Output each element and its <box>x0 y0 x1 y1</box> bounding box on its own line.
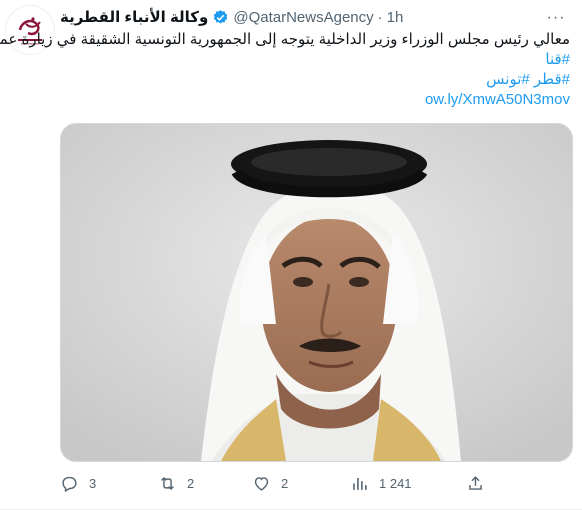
short-link[interactable]: ow.ly/XmwA50N3mov <box>60 90 570 110</box>
retweet-icon <box>161 476 174 491</box>
reply-count: 3 <box>89 476 97 491</box>
like-count: 2 <box>281 476 289 491</box>
like-button[interactable]: 2 <box>252 474 288 493</box>
views-button[interactable]: 1 241 <box>350 474 412 493</box>
timestamp[interactable]: 1h <box>387 9 404 26</box>
like-icon <box>254 477 269 491</box>
reply-button[interactable]: 3 <box>60 474 96 493</box>
hashtag-qatar-tunisia[interactable]: #قطر #تونس <box>60 70 570 90</box>
more-icon[interactable]: ··· <box>546 8 566 28</box>
tweet-text-line: معالي رئيس مجلس الوزراء وزير الداخلية يت… <box>0 31 570 48</box>
tweet-text: معالي رئيس مجلس الوزراء وزير الداخلية يت… <box>0 30 570 110</box>
separator-dot: · <box>377 8 383 26</box>
retweet-button[interactable]: 2 <box>158 474 194 493</box>
share-button[interactable] <box>466 474 485 493</box>
portrait-photo <box>61 124 572 461</box>
tweet-card[interactable]: وكالة الأنباء القطرية @QatarNewsAgency ·… <box>0 0 582 510</box>
share-icon <box>469 476 482 490</box>
views-icon <box>353 477 367 490</box>
action-bar: 3 2 2 1 241 <box>60 470 490 498</box>
hashtag-qna[interactable]: #قنا <box>60 50 570 70</box>
reply-icon <box>62 476 77 493</box>
display-name[interactable]: وكالة الأنباء القطرية <box>60 8 208 26</box>
retweet-count: 2 <box>187 476 195 491</box>
handle[interactable]: @QatarNewsAgency <box>233 9 373 26</box>
verified-badge-icon <box>214 9 228 24</box>
views-count: 1 241 <box>379 476 412 491</box>
tweet-photo[interactable] <box>60 123 573 462</box>
